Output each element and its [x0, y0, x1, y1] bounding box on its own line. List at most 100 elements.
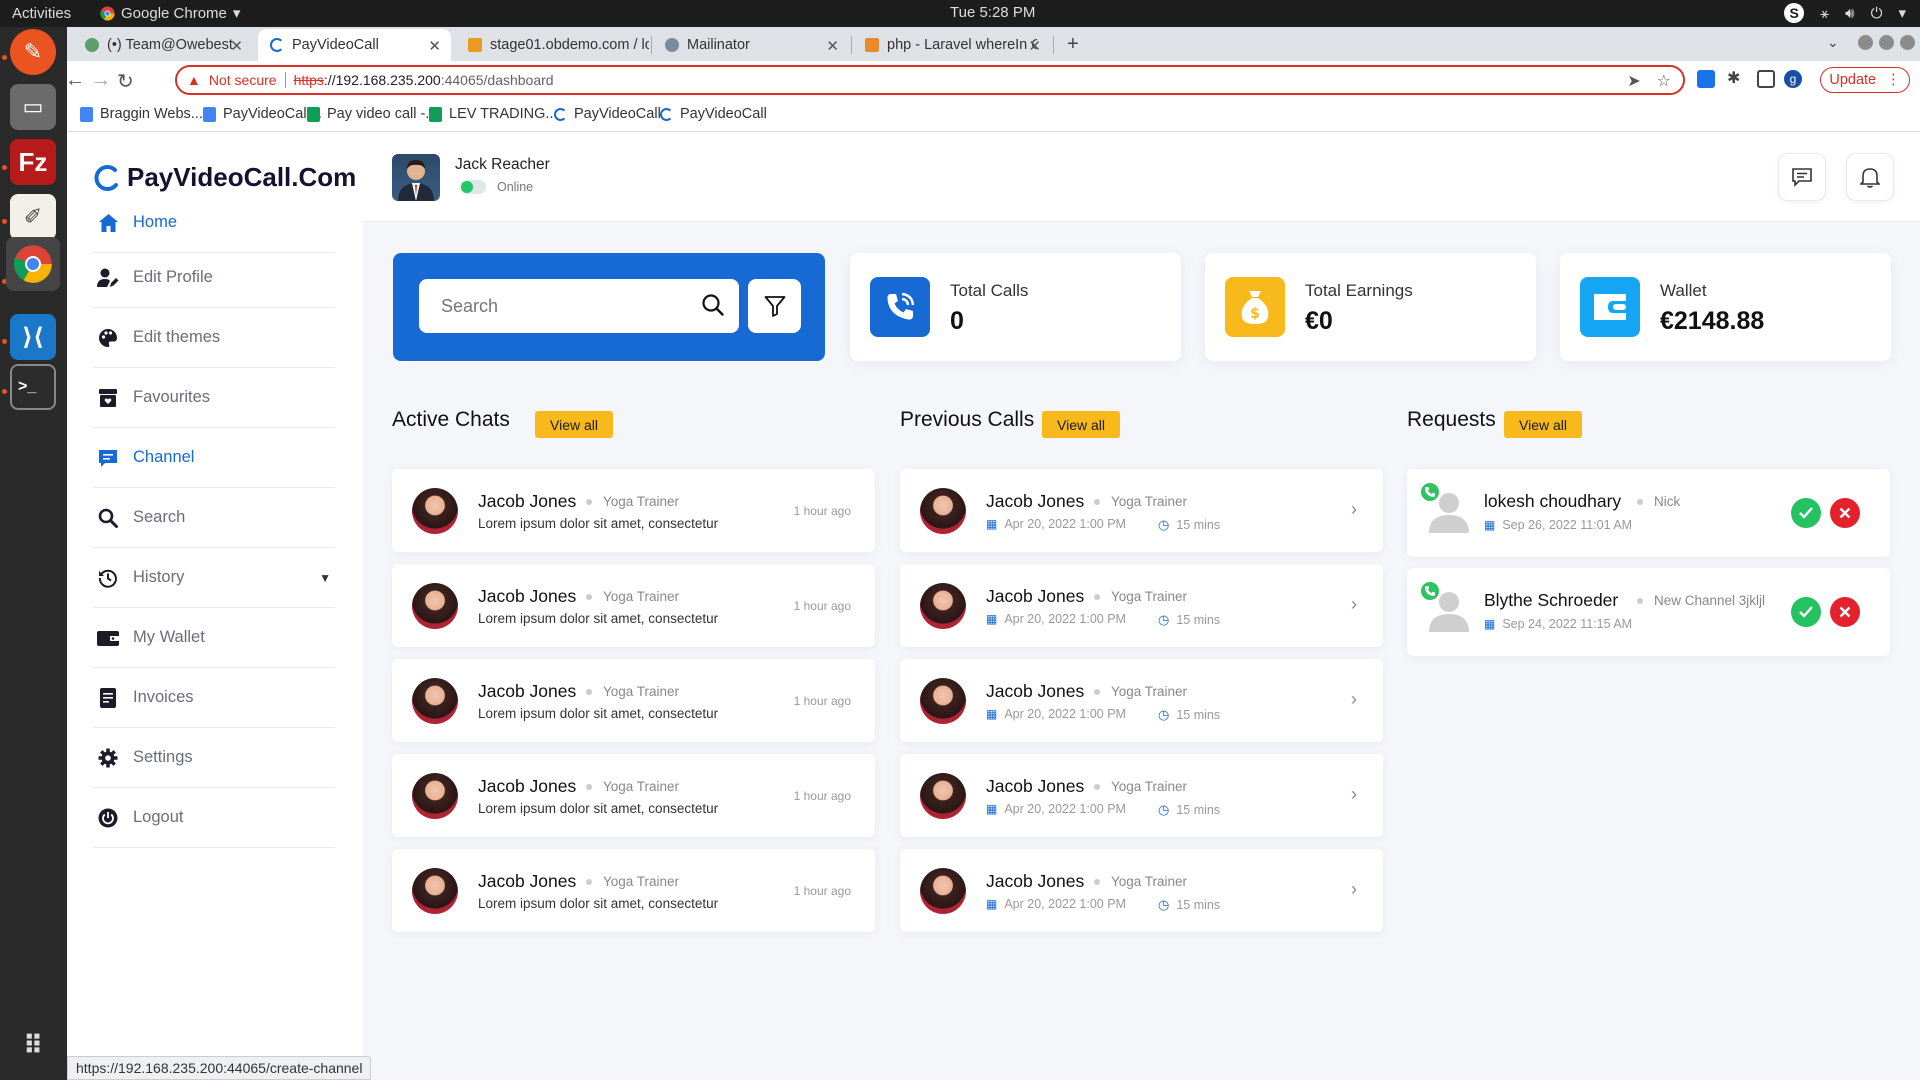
sidebar-item-edit-themes[interactable]: Edit themes — [93, 308, 335, 368]
sidebar-item-invoices[interactable]: Invoices — [93, 668, 335, 728]
search-box[interactable] — [419, 279, 739, 333]
browser-tab[interactable]: (•) Team@Owebest ✕ — [73, 29, 253, 61]
back-button[interactable]: ← — [65, 69, 85, 92]
bookmark-item[interactable]: PayVideoCall — [554, 106, 661, 122]
sidebar-item-search[interactable]: Search — [93, 488, 335, 548]
forward-button[interactable]: → — [91, 69, 111, 92]
bookmark-item[interactable]: Braggin Webs... — [80, 106, 203, 122]
filter-button[interactable] — [748, 279, 801, 333]
active-chat-card[interactable]: Jacob Jones Yoga Trainer Lorem ipsum dol… — [392, 564, 875, 647]
new-tab-button[interactable]: + — [1067, 33, 1079, 56]
online-toggle[interactable] — [460, 180, 486, 194]
search-icon[interactable] — [701, 293, 725, 322]
chevron-down-icon[interactable]: ▼ — [319, 571, 331, 585]
stat-card-total-calls: Total Calls 0 — [850, 253, 1181, 361]
call-duration-text: 15 mins — [1176, 898, 1221, 912]
update-button[interactable]: Update ⋮ — [1820, 67, 1910, 93]
side-panel-icon[interactable] — [1757, 70, 1775, 88]
profile-avatar[interactable]: g — [1784, 70, 1802, 88]
user-name: Jack Reacher — [455, 156, 550, 173]
maximize-button[interactable] — [1879, 35, 1894, 50]
request-card[interactable]: Blythe Schroeder New Channel 3jkljl ▦ Sep… — [1407, 568, 1890, 656]
sidebar-item-history[interactable]: History ▼ — [93, 548, 335, 608]
clock[interactable]: Tue 5:28 PM — [950, 4, 1035, 21]
address-bar[interactable]: ▲ Not secure https ://192.168.235.200 :4… — [175, 65, 1685, 95]
accept-button[interactable] — [1791, 597, 1821, 627]
avatar[interactable] — [392, 154, 440, 201]
active-chat-card[interactable]: Jacob Jones Yoga Trainer Lorem ipsum dol… — [392, 849, 875, 932]
reload-button[interactable]: ↻ — [117, 69, 134, 94]
previous-call-card[interactable]: Jacob Jones Yoga Trainer ▦ Apr 20, 2022 1… — [900, 849, 1383, 932]
notifications-button[interactable] — [1846, 153, 1894, 201]
sidebar: PayVideoCall.Com Home Edit Profile Edit … — [67, 132, 363, 1080]
avatar — [412, 583, 458, 629]
browser-tab[interactable]: php - Laravel whereIn OR ✕ — [853, 29, 1051, 61]
show-apps-icon[interactable]: ⠿ — [10, 1022, 56, 1068]
accept-button[interactable] — [1791, 498, 1821, 528]
filezilla-icon[interactable]: Fz — [10, 139, 56, 185]
file-cabinet-icon[interactable]: ▭ — [10, 84, 56, 130]
send-icon[interactable]: ➤ — [1627, 71, 1640, 91]
reject-button[interactable] — [1830, 597, 1860, 627]
browser-tab[interactable]: Mailinator ✕ — [653, 29, 849, 61]
close-icon[interactable]: ✕ — [826, 37, 839, 55]
previous-call-card[interactable]: Jacob Jones Yoga Trainer ▦ Apr 20, 2022 1… — [900, 659, 1383, 742]
bookmark-item[interactable]: Pay video call -... — [307, 106, 437, 122]
previous-call-card[interactable]: Jacob Jones Yoga Trainer ▦ Apr 20, 2022 1… — [900, 754, 1383, 837]
sidebar-item-settings[interactable]: Settings — [93, 728, 335, 788]
activities-button[interactable]: Activities — [12, 5, 71, 22]
chat-role: Yoga Trainer — [603, 589, 680, 604]
active-chat-card[interactable]: Jacob Jones Yoga Trainer Lorem ipsum dol… — [392, 754, 875, 837]
active-chat-card[interactable]: Jacob Jones Yoga Trainer Lorem ipsum dol… — [392, 469, 875, 552]
terminal-icon[interactable]: >_ — [10, 364, 56, 410]
request-date-text: Sep 24, 2022 11:15 AM — [1502, 617, 1633, 631]
bookmark-item[interactable]: LEV TRADING... — [429, 106, 558, 122]
tab-search-icon[interactable]: ⌄ — [1827, 34, 1839, 51]
sidebar-item-favourites[interactable]: Favourites — [93, 368, 335, 428]
sidebar-item-my-wallet[interactable]: My Wallet — [93, 608, 335, 668]
postman-icon[interactable]: ✎ — [10, 29, 56, 75]
sidebar-item-home[interactable]: Home — [93, 193, 335, 253]
skype-icon[interactable]: S — [1784, 3, 1805, 23]
chrome-dock-icon[interactable] — [6, 237, 60, 291]
active-chats-view-all[interactable]: View all — [535, 411, 613, 438]
sidebar-item-edit-profile[interactable]: Edit Profile — [93, 248, 335, 308]
system-tray[interactable]: S ⚹ 🔊︎ ⏻ ▾ — [1784, 3, 1906, 23]
bookmark-item[interactable]: PayVideoCall... — [203, 106, 322, 122]
active-chats-title: Active Chats — [392, 408, 510, 431]
close-icon[interactable]: ✕ — [230, 37, 243, 55]
chevron-right-icon[interactable]: › — [1351, 689, 1357, 710]
clock-icon: ◷ — [1158, 802, 1170, 817]
request-card[interactable]: lokesh choudhary Nick ▦ Sep 26, 2022 11:0… — [1407, 469, 1890, 557]
search-input[interactable] — [441, 295, 681, 317]
bookmark-item[interactable]: PayVideoCall — [660, 106, 767, 122]
puzzle-icon[interactable]: ✱ — [1727, 68, 1745, 87]
close-icon[interactable]: ✕ — [428, 37, 441, 55]
active-chat-card[interactable]: Jacob Jones Yoga Trainer Lorem ipsum dol… — [392, 659, 875, 742]
reject-button[interactable] — [1830, 498, 1860, 528]
text-editor-icon[interactable]: ✐ — [10, 194, 56, 240]
chevron-right-icon[interactable]: › — [1351, 499, 1357, 520]
previous-call-card[interactable]: Jacob Jones Yoga Trainer ▦ Apr 20, 2022 1… — [900, 564, 1383, 647]
separator-dot — [586, 879, 592, 885]
brand-logo[interactable]: PayVideoCall.Com — [93, 162, 356, 193]
previous-calls-view-all[interactable]: View all — [1042, 411, 1120, 438]
chevron-right-icon[interactable]: › — [1351, 784, 1357, 805]
browser-tab-active[interactable]: PayVideoCall ✕ — [258, 29, 451, 61]
messages-button[interactable] — [1778, 153, 1826, 201]
close-icon[interactable]: ✕ — [1028, 37, 1041, 55]
browser-tab[interactable]: stage01.obdemo.com / lo — [456, 29, 649, 61]
sidebar-item-label: Search — [133, 508, 186, 526]
chevron-right-icon[interactable]: › — [1351, 879, 1357, 900]
app-menu[interactable]: Google Chrome ▾ — [100, 4, 240, 22]
previous-call-card[interactable]: Jacob Jones Yoga Trainer ▦ Apr 20, 2022 1… — [900, 469, 1383, 552]
sidebar-item-logout[interactable]: Logout — [93, 788, 335, 848]
vscode-icon[interactable]: ⟩⟨ — [10, 314, 56, 360]
star-icon[interactable]: ☆ — [1657, 71, 1671, 91]
requests-view-all[interactable]: View all — [1504, 411, 1582, 438]
minimize-button[interactable] — [1858, 35, 1873, 50]
chevron-right-icon[interactable]: › — [1351, 594, 1357, 615]
sidebar-item-channel[interactable]: Channel — [93, 428, 335, 488]
close-window-button[interactable] — [1900, 35, 1915, 50]
extension-icon[interactable] — [1697, 70, 1715, 88]
